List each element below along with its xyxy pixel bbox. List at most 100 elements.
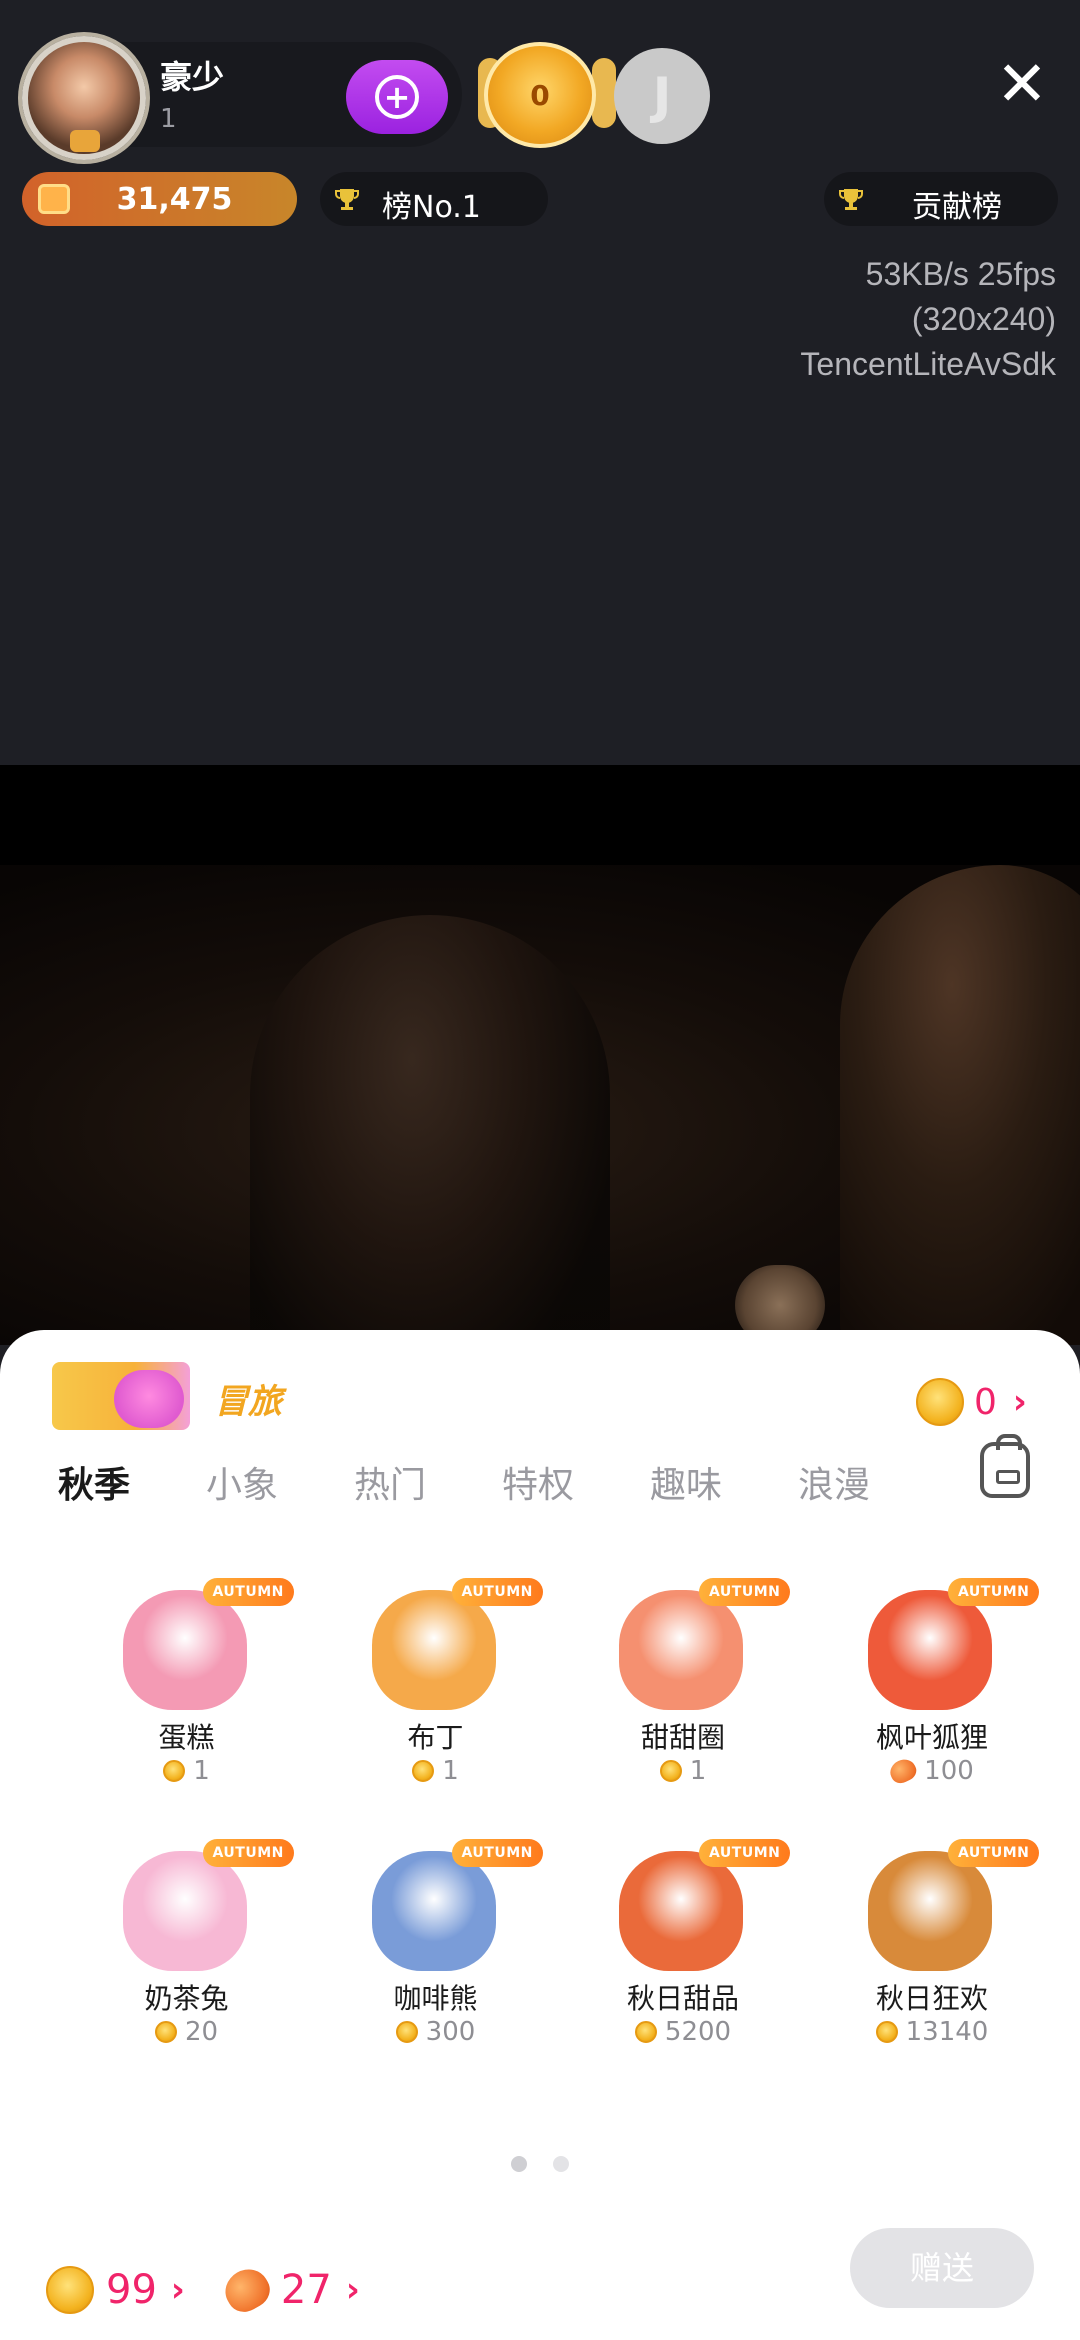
gift-price-value: 100 (924, 1756, 974, 1786)
bean-total[interactable]: 27 (281, 2267, 332, 2313)
send-button[interactable]: 赠送 (850, 2228, 1034, 2308)
live-video-frame[interactable] (0, 865, 1080, 1345)
gift-name: 蛋糕 (158, 1721, 215, 1754)
gift-price-value: 300 (425, 2017, 476, 2047)
gift-item[interactable]: AUTUMN 枫叶狐狸 100 (808, 1570, 1056, 1810)
gift-tag-badge: AUTUMN (451, 1578, 543, 1606)
tab-autumn[interactable]: 秋季 (58, 1456, 206, 1508)
stream-sdk: TencentLiteAvSdk (800, 346, 1056, 382)
coin-icon (395, 2021, 418, 2043)
gift-price: 100 (808, 1755, 1056, 1787)
gift-item[interactable]: AUTUMN 秋日甜品 5200 (559, 1831, 807, 2071)
gift-price-value: 20 (184, 2017, 219, 2047)
rank-pill[interactable]: 榜No.1 (320, 172, 548, 226)
gift-name: 秋日甜品 (626, 1982, 739, 2015)
promo-text[interactable]: 冒旅 (214, 1374, 282, 1423)
gift-image (619, 1851, 743, 1971)
stream-stats: 53KB/s 25fps (320x240) TencentLiteAvSdk (800, 252, 1056, 387)
grey-coin-icon[interactable]: J (614, 48, 710, 144)
coin-icon (659, 1760, 682, 1782)
chevron-right-icon[interactable]: › (171, 2270, 185, 2310)
gift-price: 1 (63, 1756, 311, 1786)
stream-bitrate: 53KB/s 25fps (865, 256, 1056, 292)
stream-resolution: (320x240) (911, 301, 1056, 337)
gift-image (122, 1851, 247, 1971)
video-letterbox (0, 765, 1080, 865)
gift-price-value: 1 (193, 1756, 210, 1786)
gift-name: 枫叶狐狸 (875, 1721, 988, 1754)
coin-count-pill[interactable]: 31,475 (22, 172, 297, 226)
gift-price: 20 (63, 2017, 311, 2047)
medal-value: 0 (530, 78, 550, 112)
gift-price: 13140 (808, 2017, 1056, 2047)
video-person-right (840, 865, 1080, 1345)
video-person-left (250, 915, 610, 1345)
close-button[interactable]: ✕ (990, 52, 1054, 116)
gift-price: 1 (559, 1756, 807, 1786)
page-dot[interactable] (553, 2156, 569, 2172)
promo-banner[interactable] (52, 1362, 190, 1430)
gift-image (619, 1590, 743, 1710)
gift-category-tabs: 秋季 小象 热门 特权 趣味 浪漫 (58, 1430, 946, 1534)
chevron-right-icon: › (1012, 1382, 1027, 1422)
gift-name: 布丁 (407, 1721, 464, 1754)
gift-price-value: 13140 (905, 2017, 989, 2047)
gift-image (122, 1590, 247, 1710)
plus-icon: + (375, 75, 419, 119)
rank-label: 榜No.1 (382, 190, 481, 225)
tab-privilege[interactable]: 特权 (502, 1456, 650, 1508)
gift-price: 5200 (559, 2017, 807, 2047)
host-name: 豪少 (160, 58, 225, 96)
gift-name: 秋日狂欢 (875, 1982, 988, 2015)
gift-item[interactable]: AUTUMN 秋日狂欢 13140 (808, 1831, 1056, 2071)
contribution-label: 贡献榜 (912, 190, 1002, 225)
gift-name: 甜甜圈 (640, 1721, 725, 1754)
gift-price-value: 1 (442, 1756, 459, 1786)
gift-image (371, 1590, 496, 1710)
gift-tag-badge: AUTUMN (948, 1578, 1040, 1606)
gift-tag-badge: AUTUMN (948, 1839, 1040, 1867)
gift-price-value: 5200 (664, 2017, 732, 2047)
backpack-icon[interactable] (980, 1434, 1030, 1498)
gift-image (868, 1590, 992, 1710)
gift-item[interactable]: AUTUMN 奶茶兔 20 (63, 1831, 311, 2071)
coin-icon (163, 1760, 186, 1782)
gift-image (371, 1851, 496, 1971)
tab-romance[interactable]: 浪漫 (798, 1456, 946, 1508)
chevron-right-icon[interactable]: › (346, 2270, 360, 2310)
coin-icon (916, 1378, 964, 1426)
tab-elephant[interactable]: 小象 (206, 1456, 354, 1508)
coin-count: 31,475 (116, 182, 233, 217)
gift-image (868, 1851, 992, 1971)
tab-hot[interactable]: 热门 (354, 1456, 502, 1508)
gift-tag-badge: AUTUMN (699, 1839, 791, 1867)
follow-button[interactable]: + (346, 60, 448, 134)
coin-icon (634, 2021, 657, 2043)
coin-total[interactable]: 99 (106, 2267, 157, 2313)
gift-item[interactable]: AUTUMN 蛋糕 1 (63, 1570, 311, 1810)
coin-icon (875, 2021, 898, 2043)
trophy-icon (334, 186, 360, 212)
contribution-board-pill[interactable]: 贡献榜 (824, 172, 1058, 226)
gift-tag-badge: AUTUMN (451, 1839, 543, 1867)
page-dot-active[interactable] (511, 2156, 527, 2172)
gift-name: 奶茶兔 (144, 1982, 229, 2015)
page-indicator (0, 2156, 1080, 2172)
gift-tag-badge: AUTUMN (699, 1578, 791, 1606)
avatar-badge-icon (70, 130, 100, 152)
trophy-icon (838, 186, 864, 212)
coin-icon (46, 2266, 94, 2314)
coin-icon (154, 2021, 177, 2043)
gift-price: 1 (312, 1756, 560, 1786)
gift-price-value: 1 (689, 1756, 707, 1786)
medal-badge[interactable]: 0 (484, 42, 596, 148)
gift-panel: 冒旅 0 › 秋季 小象 热门 特权 趣味 浪漫 AUTUMN 蛋糕 1 AUTUMN… (0, 1330, 1080, 2340)
bean-icon (886, 1755, 920, 1787)
gift-item[interactable]: AUTUMN 咖啡熊 300 (312, 1831, 560, 2071)
tab-fun[interactable]: 趣味 (650, 1456, 798, 1508)
elephant-icon (114, 1370, 184, 1428)
gift-item[interactable]: AUTUMN 布丁 1 (312, 1570, 560, 1810)
gift-item[interactable]: AUTUMN 甜甜圈 1 (559, 1570, 807, 1810)
balance-button[interactable]: 0 › (916, 1376, 1027, 1428)
balance-value: 0 (974, 1381, 997, 1423)
